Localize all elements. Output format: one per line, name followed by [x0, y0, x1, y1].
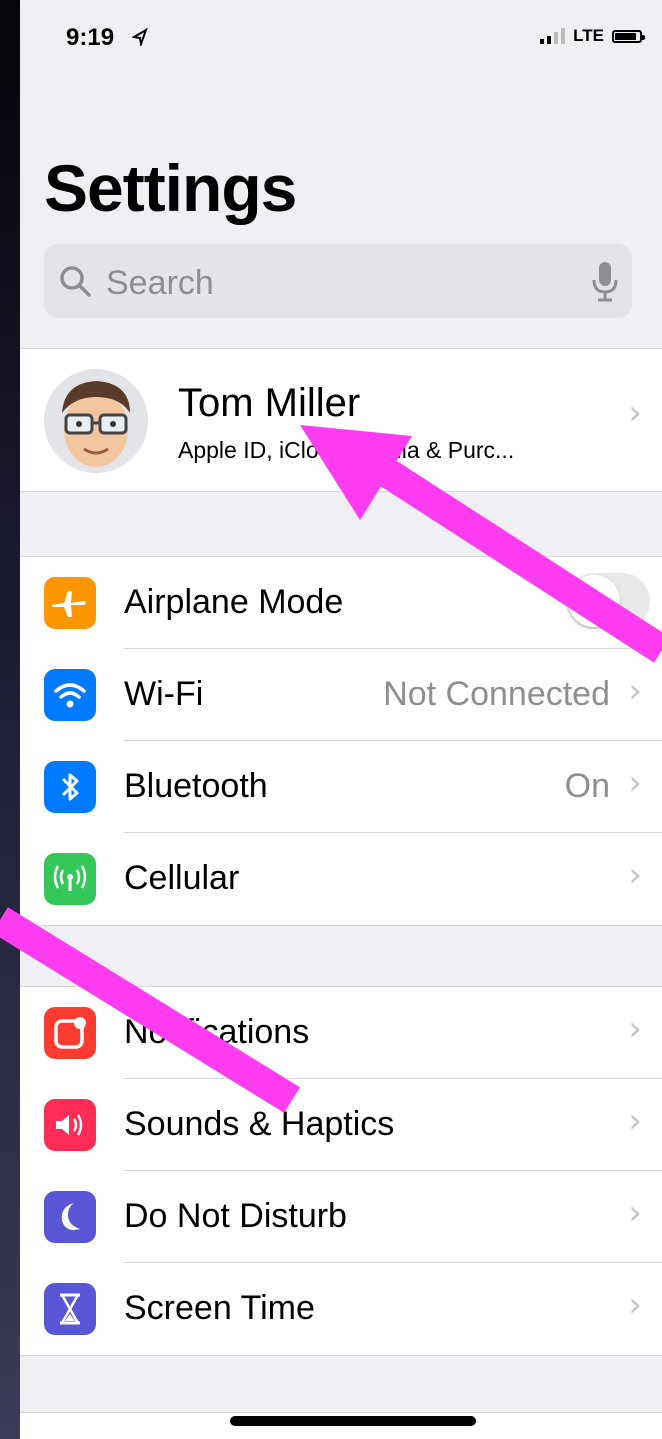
settings-row-cellular[interactable]: Cellular › — [20, 833, 662, 925]
status-time: 9:19 — [66, 24, 115, 51]
profile-name: Tom Miller — [178, 381, 361, 425]
device-bezel — [0, 0, 20, 1439]
settings-row-airplane-mode[interactable]: Airplane Mode — [20, 557, 662, 649]
home-indicator[interactable] — [230, 1416, 476, 1426]
wifi-icon — [44, 669, 96, 721]
search-icon — [60, 266, 91, 297]
row-label: Screen Time — [124, 1289, 315, 1327]
location-arrow-icon — [132, 28, 148, 46]
row-label: Notifications — [124, 1013, 310, 1051]
notifications-group: Notifications › Sounds & Haptics › Do No… — [20, 986, 662, 1356]
notifications-icon — [44, 1007, 96, 1059]
settings-row-screen-time[interactable]: Screen Time › — [20, 1263, 662, 1355]
network-type-label: LTE — [573, 26, 604, 45]
settings-row-bluetooth[interactable]: Bluetooth On › — [20, 741, 662, 833]
search-bar[interactable]: Search — [44, 244, 632, 318]
bluetooth-icon — [44, 761, 96, 813]
chevron-right-icon: › — [628, 855, 642, 895]
settings-row-notifications[interactable]: Notifications › — [20, 987, 662, 1079]
connectivity-group: Airplane Mode Wi-Fi Not Connected › Blue… — [20, 556, 662, 926]
row-value: Not Connected — [383, 675, 610, 713]
airplane-icon — [44, 577, 96, 629]
row-label: Wi-Fi — [124, 675, 204, 713]
row-label: Do Not Disturb — [124, 1197, 347, 1235]
signal-strength-icon — [540, 28, 566, 44]
apple-id-row[interactable]: Tom Miller Apple ID, iCloud, Media & Pur… — [20, 348, 662, 492]
chevron-right-icon: › — [628, 763, 642, 803]
chevron-right-icon: › — [628, 393, 642, 433]
row-label: Cellular — [124, 859, 240, 897]
speaker-icon — [44, 1099, 96, 1151]
status-indicators: LTE — [540, 26, 645, 46]
profile-subtitle: Apple ID, iCloud, Media & Purc... — [178, 437, 515, 463]
moon-icon — [44, 1191, 96, 1243]
chevron-right-icon: › — [628, 1193, 642, 1233]
row-value: On — [564, 767, 610, 805]
status-bar: 9:19 LTE — [20, 0, 662, 80]
hourglass-icon — [44, 1283, 96, 1335]
chevron-right-icon: › — [628, 1285, 642, 1325]
page-title: Settings — [44, 151, 297, 225]
microphone-icon[interactable] — [590, 260, 620, 302]
battery-icon — [612, 29, 645, 43]
cellular-icon — [44, 853, 96, 905]
row-label: Airplane Mode — [124, 583, 344, 621]
chevron-right-icon: › — [628, 1101, 642, 1141]
settings-row-sounds-haptics[interactable]: Sounds & Haptics › — [20, 1079, 662, 1171]
chevron-right-icon: › — [628, 671, 642, 711]
avatar — [44, 369, 148, 473]
chevron-right-icon: › — [628, 1009, 642, 1049]
search-input[interactable]: Search — [106, 264, 214, 303]
settings-row-do-not-disturb[interactable]: Do Not Disturb › — [20, 1171, 662, 1263]
settings-screen: 9:19 LTE Settings Search Tom Miller Appl… — [20, 0, 662, 1439]
airplane-mode-toggle[interactable] — [566, 573, 650, 629]
settings-row-wifi[interactable]: Wi-Fi Not Connected › — [20, 649, 662, 741]
row-label: Bluetooth — [124, 767, 268, 805]
row-label: Sounds & Haptics — [124, 1105, 395, 1143]
